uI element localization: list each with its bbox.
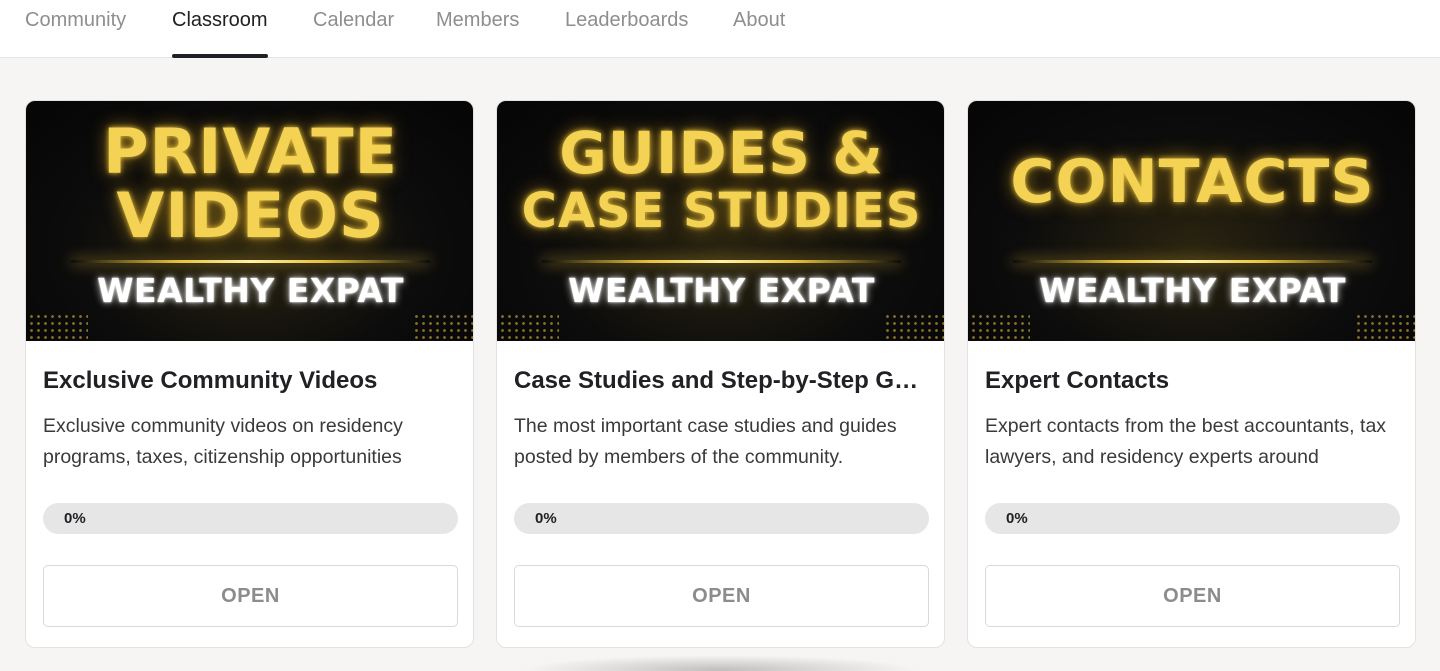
course-card-contacts[interactable]: CONTACTS WEALTHY EXPAT Expert Contacts E… [967, 100, 1416, 648]
thumbnail-title-line1: PRIVATE [103, 115, 398, 188]
tab-members[interactable]: Members [436, 9, 519, 58]
glow-divider [71, 260, 430, 263]
thumbnail-title-line1: CONTACTS [1010, 147, 1375, 217]
course-title[interactable]: Exclusive Community Videos [43, 367, 458, 395]
glow-divider [542, 260, 901, 263]
tab-community[interactable]: Community [25, 9, 126, 58]
course-title[interactable]: Case Studies and Step-by-Step Guides [514, 367, 929, 395]
decorative-dots [884, 313, 944, 339]
course-thumbnail[interactable]: PRIVATE VIDEOS WEALTHY EXPAT [26, 101, 473, 341]
tab-leaderboards[interactable]: Leaderboards [565, 9, 688, 58]
course-description: The most important case studies and guid… [514, 415, 897, 468]
glow-divider [1013, 260, 1372, 263]
progress-label: 0% [64, 510, 86, 527]
course-title[interactable]: Expert Contacts [985, 367, 1400, 395]
open-button[interactable]: OPEN [43, 565, 458, 627]
decorative-dots [28, 313, 88, 339]
decorative-dots [1355, 313, 1415, 339]
thumbnail-title-line2: VIDEOS [116, 179, 385, 252]
course-thumbnail[interactable]: CONTACTS WEALTHY EXPAT [968, 101, 1415, 341]
course-thumbnail[interactable]: GUIDES & CASE STUDIES WEALTHY EXPAT [497, 101, 944, 341]
course-description: Exclusive community videos on residency … [43, 415, 403, 468]
tab-about[interactable]: About [733, 9, 785, 58]
bottom-shadow [520, 655, 920, 671]
course-card-guides[interactable]: GUIDES & CASE STUDIES WEALTHY EXPAT Case… [496, 100, 945, 648]
open-button[interactable]: OPEN [514, 565, 929, 627]
thumbnail-title-line2: CASE STUDIES [521, 183, 922, 239]
progress-label: 0% [535, 510, 557, 527]
decorative-dots [499, 313, 559, 339]
progress-bar: 0% [514, 503, 929, 534]
tab-calendar[interactable]: Calendar [313, 9, 394, 58]
progress-label: 0% [1006, 510, 1028, 527]
progress-bar: 0% [985, 503, 1400, 534]
decorative-dots [970, 313, 1030, 339]
open-button[interactable]: OPEN [985, 565, 1400, 627]
decorative-dots [413, 313, 473, 339]
top-navigation: Community Classroom Calendar Members Lea… [0, 0, 1440, 58]
thumbnail-title-line1: GUIDES & [559, 119, 884, 187]
course-card-videos[interactable]: PRIVATE VIDEOS WEALTHY EXPAT Exclusive C… [25, 100, 474, 648]
tab-classroom[interactable]: Classroom [172, 9, 268, 58]
thumbnail-brand: WEALTHY EXPAT [568, 271, 875, 310]
thumbnail-brand: WEALTHY EXPAT [1039, 271, 1346, 310]
thumbnail-brand: WEALTHY EXPAT [97, 271, 404, 310]
progress-bar: 0% [43, 503, 458, 534]
course-description: Expert contacts from the best accountant… [985, 415, 1387, 468]
